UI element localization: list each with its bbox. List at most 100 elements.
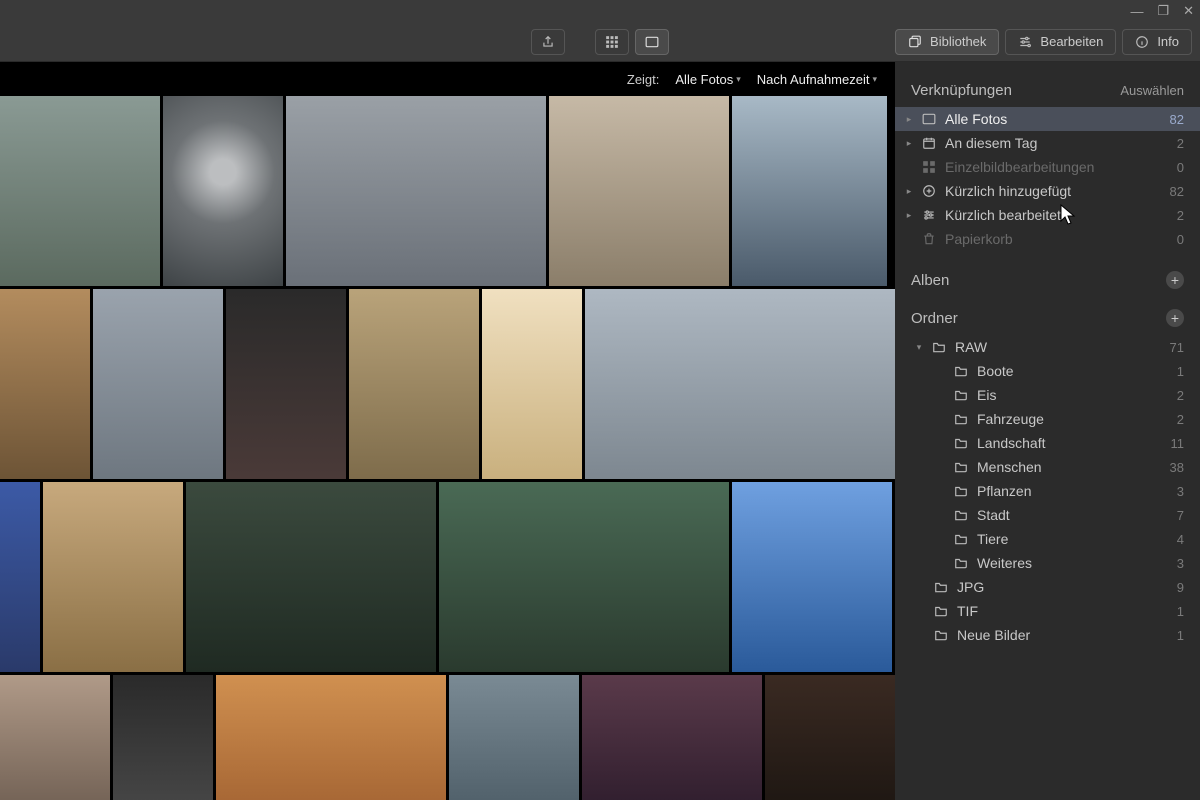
albums-header: Alben +	[895, 263, 1200, 297]
titlebar: — ❐ ✕	[0, 0, 1200, 22]
thumbnail[interactable]	[732, 482, 892, 672]
folder-count: 1	[1164, 364, 1184, 379]
shortcut-item[interactable]: ▸An diesem Tag2	[895, 131, 1200, 155]
shortcut-item[interactable]: Einzelbildbearbeitungen0	[895, 155, 1200, 179]
folder-count: 2	[1164, 388, 1184, 403]
thumbnail[interactable]	[0, 96, 160, 286]
shortcut-label: Papierkorb	[945, 231, 1156, 247]
folder-label: Neue Bilder	[957, 627, 1156, 643]
thumbnail[interactable]	[226, 289, 346, 479]
folder-count: 2	[1164, 412, 1184, 427]
chevron-down-icon: ▾	[872, 74, 877, 85]
toolbar: Bibliothek Bearbeiten Info	[0, 22, 1200, 62]
thumbnail[interactable]	[765, 675, 895, 800]
shortcut-label: Alle Fotos	[945, 111, 1156, 127]
folder-label: Boote	[977, 363, 1156, 379]
window-close-button[interactable]: ✕	[1183, 3, 1194, 19]
folder-label: Eis	[977, 387, 1156, 403]
thumbnail[interactable]	[43, 482, 183, 672]
folder-count: 38	[1164, 460, 1184, 475]
folder-item[interactable]: Tiere4	[895, 527, 1200, 551]
folder-item[interactable]: JPG9	[895, 575, 1200, 599]
folder-label: Fahrzeuge	[977, 411, 1156, 427]
sliders-icon	[921, 207, 937, 223]
thumbnail[interactable]	[585, 289, 895, 479]
shortcuts-header: Verknüpfungen Auswählen	[895, 74, 1200, 107]
info-icon	[1135, 35, 1149, 49]
share-button[interactable]	[531, 29, 565, 55]
folder-count: 3	[1164, 556, 1184, 571]
shortcut-count: 0	[1164, 232, 1184, 247]
thumbnail[interactable]	[93, 289, 223, 479]
share-icon	[541, 35, 555, 49]
folder-count: 11	[1164, 436, 1184, 451]
thumbnail[interactable]	[163, 96, 283, 286]
folder-icon	[953, 435, 969, 451]
shortcut-label: An diesem Tag	[945, 135, 1156, 151]
tab-library[interactable]: Bibliothek	[895, 29, 999, 55]
thumbnail[interactable]	[349, 289, 479, 479]
filter-collection-dropdown[interactable]: Alle Fotos▾	[675, 72, 740, 87]
folder-label: Stadt	[977, 507, 1156, 523]
plus-circle-icon	[921, 183, 937, 199]
view-grid-button[interactable]	[595, 29, 629, 55]
shortcut-item[interactable]: ▸Kürzlich hinzugefügt82	[895, 179, 1200, 203]
window-minimize-button[interactable]: —	[1130, 4, 1143, 19]
folder-label: TIF	[957, 603, 1156, 619]
add-album-button[interactable]: +	[1166, 271, 1184, 289]
folder-item[interactable]: TIF1	[895, 599, 1200, 623]
folder-icon	[953, 363, 969, 379]
thumbnail[interactable]	[113, 675, 213, 800]
thumbnail[interactable]	[582, 675, 762, 800]
chevron-down-icon: ▾	[915, 342, 923, 353]
folder-item[interactable]: Neue Bilder1	[895, 623, 1200, 647]
filter-sort-dropdown[interactable]: Nach Aufnahmezeit▾	[757, 72, 877, 87]
view-single-button[interactable]	[635, 29, 669, 55]
add-folder-button[interactable]: +	[1166, 309, 1184, 327]
window-maximize-button[interactable]: ❐	[1157, 3, 1169, 19]
folder-icon	[933, 627, 949, 643]
shortcut-count: 82	[1164, 184, 1184, 199]
thumbnail[interactable]	[0, 482, 40, 672]
thumbnail[interactable]	[286, 96, 546, 286]
folder-item[interactable]: Boote 1	[895, 359, 1200, 383]
folder-label: Menschen	[977, 459, 1156, 475]
folder-label: Pflanzen	[977, 483, 1156, 499]
folder-item[interactable]: Eis 2	[895, 383, 1200, 407]
folder-count: 9	[1164, 580, 1184, 595]
folder-item[interactable]: Stadt7	[895, 503, 1200, 527]
thumbnail[interactable]	[0, 289, 90, 479]
shortcut-count: 2	[1164, 136, 1184, 151]
thumbnail[interactable]	[439, 482, 729, 672]
shortcuts-title: Verknüpfungen	[911, 82, 1012, 99]
folder-icon	[933, 603, 949, 619]
shortcut-item[interactable]: Papierkorb 0	[895, 227, 1200, 251]
folder-item[interactable]: Fahrzeuge 2	[895, 407, 1200, 431]
tab-info[interactable]: Info	[1122, 29, 1192, 55]
thumbnail[interactable]	[216, 675, 446, 800]
shortcut-item[interactable]: ▸Alle Fotos82	[895, 107, 1200, 131]
folder-root[interactable]: ▾ RAW 71	[895, 335, 1200, 359]
folder-count: 3	[1164, 484, 1184, 499]
thumbnail[interactable]	[0, 675, 110, 800]
thumbnail[interactable]	[549, 96, 729, 286]
folder-icon	[953, 387, 969, 403]
tab-library-label: Bibliothek	[930, 34, 986, 49]
grid-icon	[605, 35, 619, 49]
folder-icon	[953, 411, 969, 427]
thumbnail[interactable]	[732, 96, 887, 286]
thumbnail[interactable]	[449, 675, 579, 800]
tab-edit[interactable]: Bearbeiten	[1005, 29, 1116, 55]
folder-item[interactable]: Menschen 38	[895, 455, 1200, 479]
folder-item[interactable]: Pflanzen 3	[895, 479, 1200, 503]
folder-item[interactable]: Landschaft11	[895, 431, 1200, 455]
sidebar: Verknüpfungen Auswählen ▸Alle Fotos82▸An…	[895, 62, 1200, 800]
thumbnail[interactable]	[186, 482, 436, 672]
folder-item[interactable]: Weiteres3	[895, 551, 1200, 575]
thumbnail[interactable]	[482, 289, 582, 479]
tab-info-label: Info	[1157, 34, 1179, 49]
shortcut-item[interactable]: ▸Kürzlich bearbeitet2	[895, 203, 1200, 227]
shortcuts-select-button[interactable]: Auswählen	[1120, 83, 1184, 98]
thumbnail-grid	[0, 96, 895, 800]
chevron-right-icon: ▸	[905, 114, 913, 125]
